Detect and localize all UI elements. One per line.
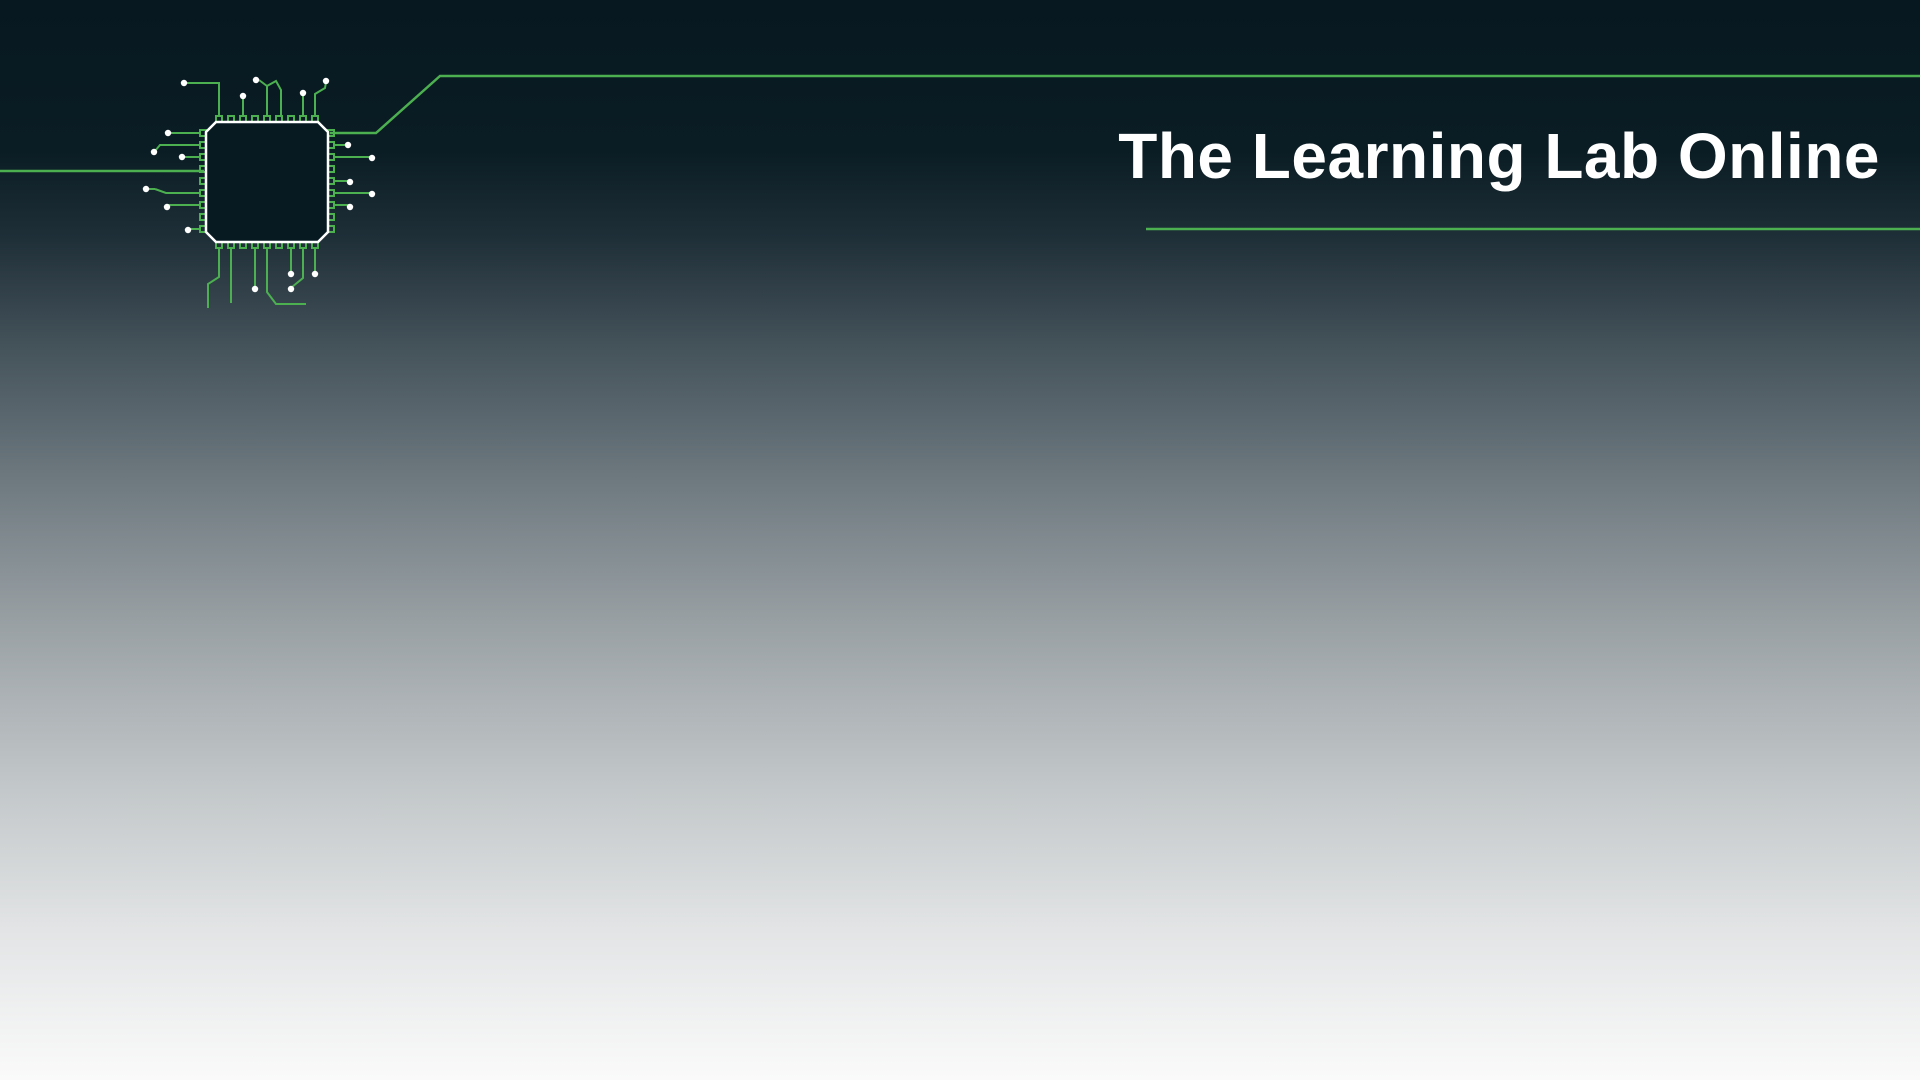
- background: { "header": { "title": "The Learning Lab…: [0, 0, 1920, 1080]
- site-title: The Learning Lab Online: [1118, 120, 1880, 192]
- chip-body: [204, 120, 330, 244]
